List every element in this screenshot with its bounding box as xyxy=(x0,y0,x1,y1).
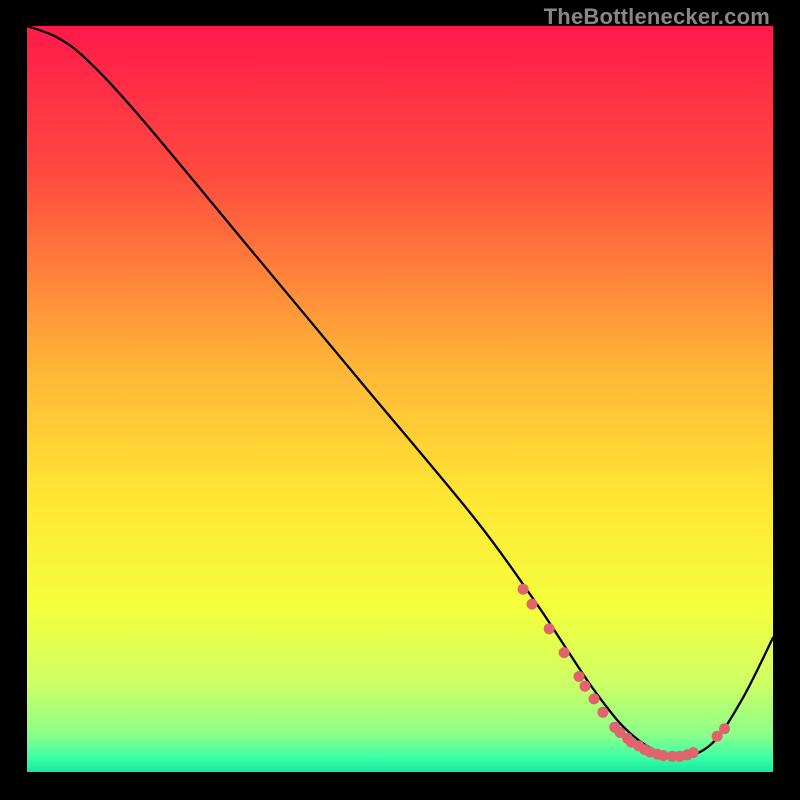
data-marker xyxy=(559,647,570,658)
chart-svg xyxy=(27,26,773,772)
data-marker xyxy=(688,747,699,758)
data-marker xyxy=(589,693,600,704)
data-marker xyxy=(597,707,608,718)
data-marker xyxy=(544,623,555,634)
data-marker xyxy=(580,681,591,692)
data-marker xyxy=(719,723,730,734)
chart-plot-area xyxy=(27,26,773,772)
data-marker xyxy=(527,599,538,610)
data-marker xyxy=(574,671,585,682)
data-marker xyxy=(518,584,529,595)
gradient-background xyxy=(27,26,773,772)
